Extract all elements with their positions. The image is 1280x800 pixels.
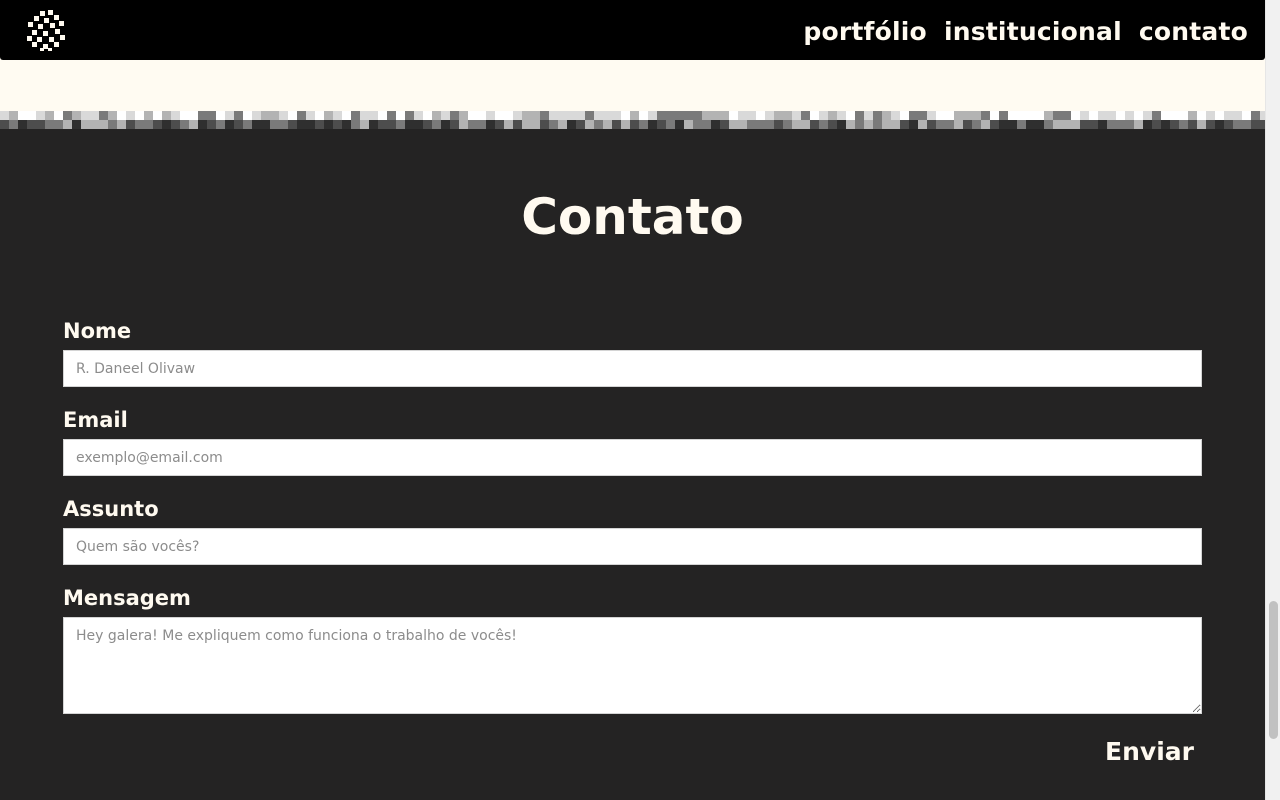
top-navigation-bar: portfólio institucional contato [0,0,1265,60]
scrollbar-thumb[interactable] [1269,601,1278,739]
nav-link-institucional[interactable]: institucional [944,14,1122,50]
name-field[interactable] [63,350,1202,387]
main-nav: portfólio institucional contato [803,14,1248,50]
pixel-divider [0,111,1265,129]
page: portfólio institucional contato Contato … [0,0,1280,800]
message-field[interactable] [63,617,1202,714]
page-scrollbar[interactable] [1265,0,1280,800]
subject-field[interactable] [63,528,1202,565]
message-label: Mensagem [63,586,191,610]
name-label: Nome [63,319,132,343]
contact-form: Nome Email Assunto Mensagem [63,316,1203,714]
nav-link-portfolio[interactable]: portfólio [803,14,927,50]
subject-label: Assunto [63,497,159,521]
email-field[interactable] [63,439,1202,476]
submit-button[interactable]: Enviar [1102,731,1202,771]
nav-link-contato[interactable]: contato [1139,14,1248,50]
cube-pixel-logo-icon[interactable] [26,9,66,51]
page-title: Contato [521,188,744,246]
email-label: Email [63,408,128,432]
